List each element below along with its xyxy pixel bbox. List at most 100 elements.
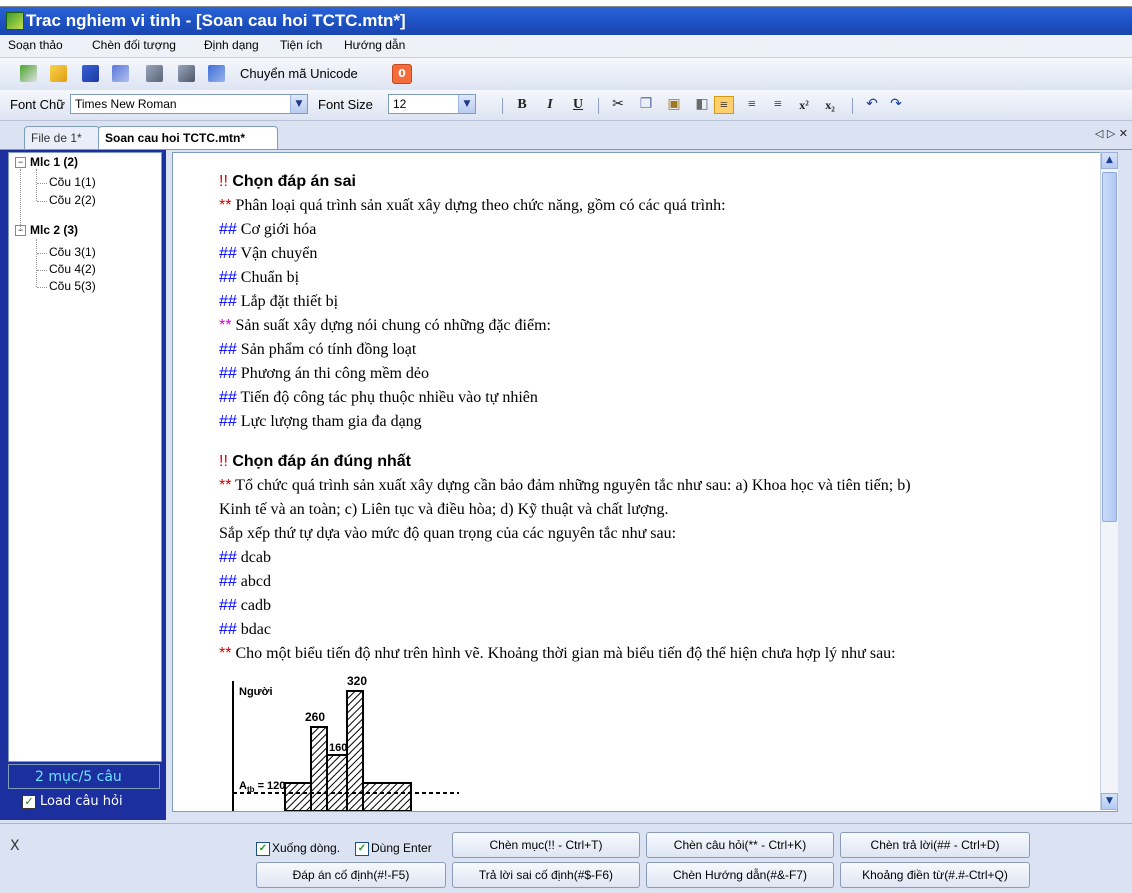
menu-huong-dan[interactable]: Hướng dẫn [344, 38, 405, 52]
subscript-button[interactable]: x₂ [820, 96, 840, 114]
redo-icon[interactable]: ↷ [886, 96, 906, 114]
newline-checkbox[interactable]: ✓ Xuống dòng. [256, 841, 340, 856]
tab-file-de-1[interactable]: File de 1* [24, 126, 100, 149]
tree-item[interactable]: Cõu 1(1) [49, 175, 96, 189]
chevron-down-icon[interactable]: ▼ [458, 95, 475, 113]
fixed-answer-button[interactable]: Đáp án cố định(#!-F5) [256, 862, 446, 888]
checkmark-icon[interactable]: ✓ [355, 841, 369, 856]
menu-bar: Soạn thảo Chèn đối tượng Định dạng Tiện … [0, 35, 1132, 58]
line-marker: ## [219, 245, 237, 262]
menu-dinh-dang[interactable]: Định dạng [204, 38, 259, 52]
unicode-convert-button[interactable]: Chuyển mã Unicode [240, 66, 358, 81]
undo-icon[interactable]: ↶ [862, 96, 882, 114]
save-icon[interactable] [82, 65, 99, 82]
font-select[interactable]: Times New Roman ▼ [70, 94, 308, 114]
figure-baseline-subscript: tb [247, 785, 255, 794]
line-marker: ## [219, 293, 237, 310]
vertical-scrollbar[interactable]: ▲ ▼ [1100, 152, 1118, 810]
load-questions-checkbox[interactable]: ✓ Load câu hỏi [8, 790, 160, 814]
cut-icon[interactable]: ✂ [608, 96, 628, 114]
answer-line: ## Lực lượng tham gia đa dạng [219, 413, 422, 431]
line-marker: ## [219, 621, 237, 638]
align-right-icon[interactable]: ≡ [768, 96, 788, 114]
insert-picture-icon[interactable]: ◧ [692, 96, 712, 114]
tree-group-2[interactable]: − Mlc 2 (3) [15, 223, 78, 237]
collapse-icon[interactable]: − [15, 225, 26, 237]
line-marker: !! [219, 173, 228, 190]
line-marker: ## [219, 413, 237, 430]
chevron-down-icon[interactable]: ▼ [290, 95, 307, 113]
fill-blank-button[interactable]: Khoảng điền từ(#.#-Ctrl+Q) [840, 862, 1030, 888]
insert-answer-button[interactable]: Chèn trả lời(## - Ctrl+D) [840, 832, 1030, 858]
checkmark-icon[interactable]: ✓ [256, 841, 270, 856]
close-panel-icon[interactable]: X [10, 838, 20, 854]
tab-navigation[interactable]: ◁ ▷ ✕ [1095, 127, 1128, 140]
scrollbar-thumb[interactable] [1102, 172, 1117, 522]
top-border [0, 0, 1132, 7]
line-text: Chọn đáp án đúng nhất [227, 453, 411, 470]
line-text: Phương án thi công mềm dẻo [236, 365, 430, 382]
figure-baseline-value: = 120 [255, 780, 286, 792]
font-size-select[interactable]: 12 ▼ [388, 94, 476, 114]
checkmark-icon[interactable]: ✓ [22, 795, 36, 809]
open-folder-icon[interactable] [50, 65, 67, 82]
bold-button[interactable]: B [512, 96, 532, 114]
copy-icon[interactable]: ❐ [636, 96, 656, 114]
stop-icon[interactable]: 0 [392, 64, 412, 84]
insert-section-button[interactable]: Chèn mục(!! - Ctrl+T) [452, 832, 640, 858]
bottom-panel: X ✓ Xuống dòng. ✓ Dùng Enter Chèn mục(!! -… [0, 823, 1132, 893]
window-title: Trac nghiem vi tinh - [Soan cau hoi TCTC… [26, 11, 406, 30]
menu-soan-thao[interactable]: Soạn thảo [8, 38, 63, 52]
tree-group-1[interactable]: − Mlc 1 (2) [15, 155, 78, 169]
scroll-up-icon[interactable]: ▲ [1101, 152, 1118, 169]
paste-icon[interactable]: ▣ [664, 96, 684, 114]
answer-line: ## Sản phẩm có tính đồng loạt [219, 341, 416, 359]
insert-guide-button[interactable]: Chèn Hướng dẫn(#&-F7) [646, 862, 834, 888]
line-text: Vận chuyển [236, 245, 318, 262]
tree-connector [37, 183, 47, 184]
print-preview-icon[interactable] [146, 65, 163, 82]
menu-tien-ich[interactable]: Tiện ích [280, 38, 322, 52]
superscript-button[interactable]: x² [794, 96, 814, 114]
scroll-down-icon[interactable]: ▼ [1101, 793, 1118, 810]
line-marker: ** [219, 317, 232, 334]
figure-label-160: 160 [329, 742, 347, 754]
question-tree: − Mlc 1 (2) Cõu 1(1) Cõu 2(2) − Mlc 2 (3) … [8, 152, 162, 762]
tree-item[interactable]: Cõu 2(2) [49, 193, 96, 207]
answer-line: ## bdac [219, 621, 271, 639]
check-icon[interactable] [20, 65, 37, 82]
line-marker: ** [219, 645, 232, 662]
save-as-icon[interactable] [208, 65, 225, 82]
tree-item[interactable]: Cõu 3(1) [49, 245, 96, 259]
tab-soan-cau-hoi[interactable]: Soan cau hoi TCTC.mtn* [98, 126, 278, 149]
line-text: abcd [236, 573, 271, 590]
title-bar: Trac nghiem vi tinh - [Soan cau hoi TCTC… [0, 7, 1132, 35]
print-icon[interactable] [178, 65, 195, 82]
align-center-icon[interactable]: ≡ [742, 96, 762, 114]
figure-baseline-label: Atb = 120 [239, 780, 285, 794]
question-editor[interactable]: !! Chọn đáp án sai ** Phân loại quá trình… [172, 152, 1118, 812]
collapse-icon[interactable]: − [15, 157, 26, 169]
export-icon[interactable] [112, 65, 129, 82]
use-enter-checkbox[interactable]: ✓ Dùng Enter [355, 841, 432, 856]
tree-item[interactable]: Cõu 5(3) [49, 279, 96, 293]
line-text: dcab [236, 549, 271, 566]
line-marker: ## [219, 341, 237, 358]
fixed-wrong-answer-button[interactable]: Trả lời sai cố định(#$-F6) [452, 862, 640, 888]
line-marker: ## [219, 573, 237, 590]
underline-button[interactable]: U [568, 96, 588, 114]
figure-bar-160 [326, 754, 348, 811]
item-count-display: 2 mục/5 câu [8, 764, 160, 789]
italic-button[interactable]: I [540, 96, 560, 114]
separator [852, 98, 853, 114]
line-text: Kinh tế và an toàn; c) Liên tục và điều … [219, 501, 669, 518]
tree-connector [20, 169, 21, 231]
align-left-icon[interactable]: ≡ [714, 96, 734, 114]
tree-item[interactable]: Cõu 4(2) [49, 262, 96, 276]
line-text: cadb [236, 597, 271, 614]
menu-chen-doi-tuong[interactable]: Chèn đối tượng [92, 38, 176, 52]
font-value: Times New Roman [75, 97, 177, 111]
question-line: ** Sản suất xây dựng nói chung có những … [219, 317, 551, 335]
insert-question-button[interactable]: Chèn câu hỏi(** - Ctrl+K) [646, 832, 834, 858]
figure-baseline-symbol: A [239, 780, 247, 792]
